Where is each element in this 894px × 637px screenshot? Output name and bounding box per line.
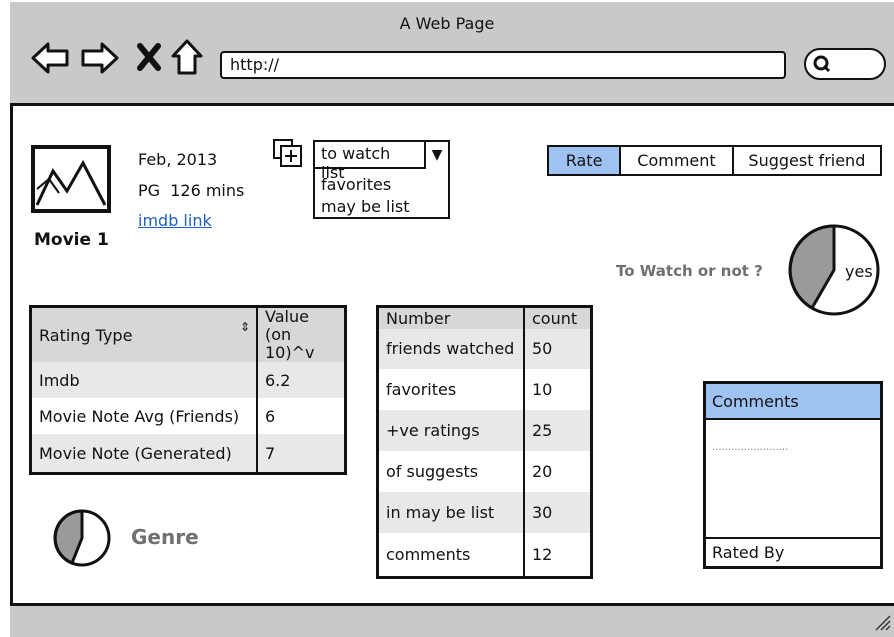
action-tabs: Rate Comment Suggest friend — [547, 145, 882, 176]
stat-count-cell: 30 — [524, 492, 592, 534]
list-dropdown[interactable]: to watch list ▼ favorites may be list — [313, 140, 450, 219]
stat-label-cell: favorites — [377, 369, 525, 411]
table-row: Movie Note (Generated) 7 — [30, 434, 346, 474]
back-arrow-icon[interactable] — [30, 40, 70, 76]
rating-type-cell: Movie Note (Generated) — [30, 434, 258, 474]
column-header-number[interactable]: Number — [377, 306, 525, 329]
tab-suggest-friend[interactable]: Suggest friend — [733, 147, 880, 174]
list-option-favorites[interactable]: favorites — [321, 175, 391, 194]
stat-count-cell: 10 — [532, 380, 553, 400]
resize-grip-icon[interactable] — [872, 612, 892, 632]
stats-table: Number count friends watched 50 favorite… — [376, 305, 593, 579]
column-header-count[interactable]: count — [524, 306, 592, 329]
genre-pie — [53, 509, 111, 567]
stat-label-cell: friends watched — [377, 328, 525, 370]
status-bar — [10, 603, 894, 637]
add-to-list-icon[interactable] — [272, 138, 306, 168]
table-row: Movie Note Avg (Friends) 6 — [30, 398, 346, 435]
rating-runtime: PG 126 mins — [138, 181, 245, 200]
rating-value-cell: 6 — [265, 406, 276, 426]
close-icon[interactable] — [136, 42, 162, 72]
window-title: A Web Page — [399, 14, 495, 33]
comments-panel: Comments ........................ Rated … — [703, 381, 883, 569]
header-label: Rating Type — [39, 325, 133, 345]
table-row: +ve ratings 25 — [377, 410, 592, 452]
tab-comment[interactable]: Comment — [621, 147, 734, 174]
comments-input[interactable]: ........................ — [712, 442, 788, 453]
ratings-table: Rating Type ⇕ Value (on 10)^v Imdb 6.2 M… — [29, 305, 347, 475]
table-row: comments 12 — [377, 533, 592, 578]
forward-arrow-icon[interactable] — [80, 40, 120, 76]
table-row: favorites 10 — [377, 369, 592, 411]
tab-rate[interactable]: Rate — [549, 147, 622, 174]
stat-label-cell: in may be list — [377, 492, 525, 534]
rating-type-cell: Imdb — [30, 362, 258, 399]
search-input[interactable] — [804, 48, 886, 80]
rating-value-cell: 7 — [257, 434, 346, 474]
movie-title: Movie 1 — [34, 230, 109, 250]
list-dropdown-selected[interactable]: to watch list — [315, 142, 426, 182]
release-date: Feb, 2013 — [138, 150, 218, 169]
table-row: of suggests 20 — [377, 451, 592, 493]
stat-count-cell: 12 — [532, 545, 553, 565]
home-icon[interactable] — [170, 38, 204, 76]
column-header-rating-type[interactable]: Rating Type ⇕ — [30, 306, 258, 362]
table-row: friends watched 50 — [377, 328, 592, 370]
dropdown-arrow-icon[interactable]: ▼ — [426, 142, 448, 169]
image-placeholder-icon — [35, 159, 107, 206]
search-icon[interactable] — [812, 54, 832, 74]
genre-label: Genre — [131, 525, 199, 549]
stat-label-cell: of suggests — [377, 451, 525, 493]
table-row: in may be list 30 — [377, 492, 592, 534]
stat-label-cell: comments — [377, 533, 525, 578]
url-input[interactable]: http:// — [220, 51, 786, 79]
movie-poster — [31, 145, 111, 213]
list-option-maybe[interactable]: may be list — [321, 197, 410, 216]
sort-icon[interactable]: ⇕ — [240, 320, 250, 334]
stat-count-cell: 20 — [532, 462, 553, 482]
stat-count-cell: 50 — [524, 328, 592, 370]
rating-type-cell: Movie Note Avg (Friends) — [30, 398, 258, 435]
pie-label-yes: yes — [845, 262, 873, 281]
column-header-value[interactable]: Value (on 10)^v — [257, 306, 346, 362]
stat-label-cell: +ve ratings — [377, 410, 525, 452]
watch-decision-label: To Watch or not ? — [616, 262, 763, 280]
imdb-link[interactable]: imdb link — [138, 211, 212, 230]
table-row: Imdb 6.2 — [30, 362, 346, 399]
comments-header: Comments — [706, 384, 880, 420]
rating-value-cell: 6.2 — [257, 362, 346, 399]
stat-count-cell: 25 — [524, 410, 592, 452]
rated-by-label: Rated By — [706, 537, 880, 566]
